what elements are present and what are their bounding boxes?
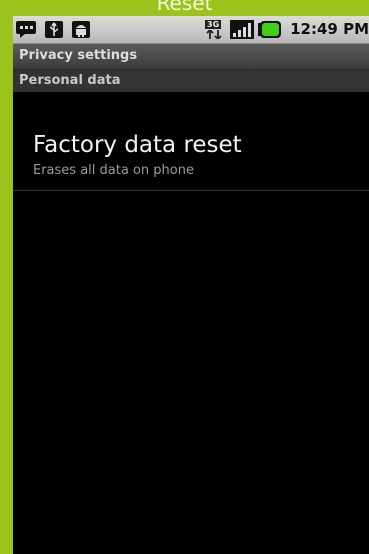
top-banner: Reset [0,0,369,16]
network-type-label: 3G [205,20,222,29]
page-title: Privacy settings [19,48,138,63]
title-bar: Privacy settings [13,44,369,70]
factory-data-reset-item[interactable]: Factory data reset Erases all data on ph… [13,92,369,192]
message-icon [16,21,36,38]
section-header-label: Personal data [19,73,121,88]
usb-icon [45,21,63,38]
list-divider [13,190,369,191]
pref-item-title: Factory data reset [33,132,242,158]
status-time: 12:49 PM [290,20,369,38]
device-frame: Reset 3G 12:49 PM Privacy settings Perso… [0,0,369,554]
phone-screen: 3G 12:49 PM Privacy settings Personal da… [13,16,369,554]
banner-title: Reset [156,0,213,15]
pref-item-summary: Erases all data on phone [33,163,194,178]
status-bar: 3G 12:49 PM [13,16,369,44]
left-margin [0,16,13,554]
android-debug-icon [72,21,90,38]
3g-data-icon: 3G [203,20,225,39]
signal-icon [230,20,254,39]
battery-icon [258,21,281,38]
section-header: Personal data [13,70,369,92]
